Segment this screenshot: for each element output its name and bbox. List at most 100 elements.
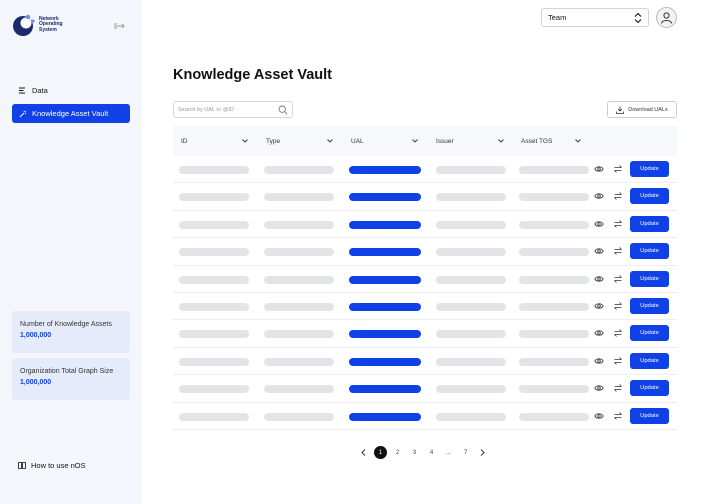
id-placeholder	[179, 166, 249, 174]
table-row: Update	[173, 293, 677, 321]
update-button[interactable]: Update	[630, 161, 669, 177]
chevron-down-icon	[412, 139, 418, 143]
table-row: Update	[173, 156, 677, 184]
transfer-icon[interactable]	[613, 356, 623, 366]
type-placeholder	[264, 385, 334, 394]
pagination-next-icon[interactable]	[476, 446, 489, 459]
update-button[interactable]: Update	[630, 270, 669, 287]
stat-label: Organization Total Graph Size	[20, 368, 114, 375]
update-button[interactable]: Update	[630, 243, 669, 260]
select-chevron-icon	[634, 12, 642, 24]
issuer-placeholder	[436, 166, 506, 174]
asset-tgs-placeholder	[519, 248, 589, 257]
transfer-icon[interactable]	[613, 383, 623, 393]
column-label: UAL	[351, 137, 364, 145]
sidebar: Network Operating System Data Knowledge …	[0, 0, 142, 504]
help-link[interactable]: How to use nOS	[18, 461, 86, 470]
search-icon	[278, 105, 288, 115]
view-icon[interactable]	[594, 191, 604, 201]
pagination: 1 2 3 4... 7	[357, 446, 493, 459]
chevron-down-icon	[327, 139, 333, 143]
id-placeholder	[179, 193, 249, 202]
view-icon[interactable]	[594, 328, 604, 338]
table-row: Update	[173, 266, 677, 293]
column-header-type[interactable]: Type	[266, 138, 280, 145]
view-icon[interactable]	[594, 383, 604, 393]
view-icon[interactable]	[594, 219, 604, 229]
issuer-placeholder	[436, 248, 506, 257]
column-header-ual[interactable]: UAL	[351, 138, 364, 145]
logo[interactable]: Network Operating System	[12, 13, 63, 37]
update-button[interactable]: Update	[630, 352, 669, 369]
sidebar-item-label: Data	[32, 86, 48, 95]
page-title: Knowledge Asset Vault	[173, 67, 332, 83]
ual-placeholder	[349, 193, 421, 202]
issuer-placeholder	[436, 220, 506, 229]
transfer-icon[interactable]	[613, 274, 623, 284]
view-icon[interactable]	[594, 301, 604, 311]
transfer-icon[interactable]	[613, 164, 623, 174]
search-input[interactable]: Search by UAL or @ID	[173, 101, 293, 118]
ual-placeholder	[349, 302, 421, 311]
view-icon[interactable]	[594, 246, 604, 256]
transfer-icon[interactable]	[613, 191, 623, 201]
update-button[interactable]: Update	[630, 215, 669, 232]
table-row: Update	[173, 183, 677, 211]
user-icon	[661, 12, 672, 24]
table-body: Update Update Update Update Update Update Upda…	[173, 156, 677, 430]
issuer-placeholder	[436, 330, 506, 339]
asset-tgs-placeholder	[519, 412, 589, 421]
sidebar-item-knowledge-asset-vault[interactable]: Knowledge Asset Vault	[12, 104, 130, 123]
update-button[interactable]: Update	[630, 407, 669, 424]
table-row: Update	[173, 211, 677, 239]
update-button[interactable]: Update	[630, 380, 669, 397]
help-label: How to use nOS	[31, 461, 86, 470]
update-button[interactable]: Update	[630, 188, 669, 205]
pagination-page[interactable]: 4	[425, 446, 438, 459]
type-placeholder	[264, 302, 334, 311]
pagination-page[interactable]: 2	[391, 446, 404, 459]
sidebar-item-data[interactable]: Data	[12, 81, 130, 100]
view-icon[interactable]	[594, 411, 604, 421]
transfer-icon[interactable]	[613, 328, 623, 338]
column-header-issuer[interactable]: Issuer	[436, 138, 454, 145]
transfer-icon[interactable]	[613, 301, 623, 311]
table-row: Update	[173, 375, 677, 403]
column-header-asset-tgs[interactable]: Asset TGS	[521, 138, 552, 145]
view-icon[interactable]	[594, 164, 604, 174]
update-button[interactable]: Update	[630, 325, 669, 342]
type-placeholder	[264, 166, 334, 174]
wand-icon	[18, 109, 27, 118]
ual-placeholder	[349, 385, 421, 394]
issuer-placeholder	[436, 357, 506, 366]
asset-tgs-placeholder	[519, 166, 589, 174]
update-button[interactable]: Update	[630, 297, 669, 314]
view-icon[interactable]	[594, 356, 604, 366]
download-uals-button[interactable]: Download UALs	[607, 101, 677, 118]
transfer-icon[interactable]	[613, 411, 623, 421]
issuer-placeholder	[436, 385, 506, 394]
view-icon[interactable]	[594, 274, 604, 284]
pagination-page[interactable]: 7	[459, 446, 472, 459]
ual-placeholder	[349, 220, 421, 229]
team-select[interactable]: Team	[541, 8, 649, 27]
pagination-page[interactable]: 1	[374, 446, 387, 459]
sidebar-collapse-icon[interactable]	[113, 22, 125, 30]
column-label: Issuer	[436, 137, 454, 145]
id-placeholder	[179, 330, 249, 339]
id-placeholder	[179, 357, 249, 366]
pagination-prev-icon[interactable]	[357, 446, 370, 459]
table-row: Update	[173, 320, 677, 348]
id-placeholder	[179, 220, 249, 229]
pagination-page[interactable]: 3	[408, 446, 421, 459]
column-header-id[interactable]: ID	[181, 138, 188, 145]
asset-tgs-placeholder	[519, 302, 589, 311]
type-placeholder	[264, 330, 334, 339]
issuer-placeholder	[436, 193, 506, 202]
transfer-icon[interactable]	[613, 219, 623, 229]
download-icon	[616, 106, 625, 114]
logo-icon	[13, 14, 35, 36]
avatar[interactable]	[656, 7, 677, 28]
transfer-icon[interactable]	[613, 246, 623, 256]
logo-line: System	[39, 26, 57, 33]
